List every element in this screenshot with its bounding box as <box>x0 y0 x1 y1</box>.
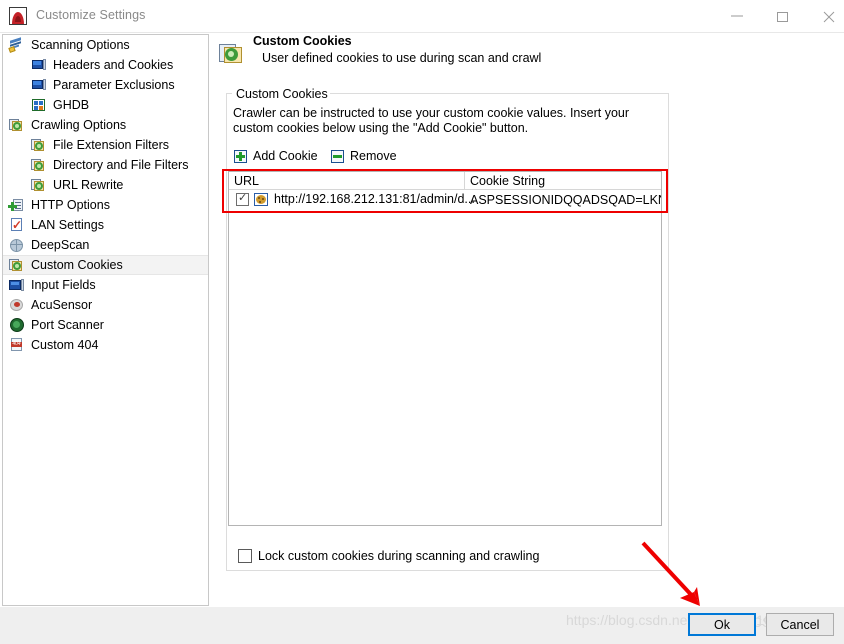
acunetix-logo-icon <box>9 7 27 25</box>
cell-cookie-string: ASPSESSIONIDQQADSQAD=LKNJE... <box>470 193 662 207</box>
add-cookie-label: Add Cookie <box>253 149 318 163</box>
maximize-button[interactable] <box>760 0 806 31</box>
page-subtitle: User defined cookies to use during scan … <box>262 51 541 65</box>
doc404-icon: 404 <box>9 337 25 353</box>
http-icon <box>9 197 25 213</box>
cookie-icon <box>254 193 268 206</box>
plus-icon <box>234 150 247 163</box>
monitor-icon <box>31 57 47 73</box>
table-header-row: URL Cookie String <box>229 172 661 190</box>
checkmark-icon: ✓ <box>238 192 247 204</box>
sidebar-item-headers-and-cookies[interactable]: Headers and Cookies <box>3 55 208 75</box>
sidebar-item-input-fields[interactable]: Input Fields <box>3 275 208 295</box>
sidebar-item-label: Custom 404 <box>31 338 98 352</box>
ok-button[interactable]: Ok <box>688 613 756 636</box>
title-bar: Customize Settings <box>0 0 844 33</box>
crawler-icon <box>31 137 47 153</box>
sidebar-item-scanning-options[interactable]: Scanning Options <box>3 35 208 55</box>
groupbox-legend: Custom Cookies <box>234 87 330 101</box>
checkbox-box[interactable] <box>238 549 252 563</box>
lock-cookies-label: Lock custom cookies during scanning and … <box>258 549 539 563</box>
sidebar-item-label: Headers and Cookies <box>53 58 173 72</box>
sidebar-item-label: Input Fields <box>31 278 96 292</box>
add-cookie-button[interactable]: Add Cookie <box>234 147 318 165</box>
remove-label: Remove <box>350 149 397 163</box>
crawler-icon <box>9 117 25 133</box>
sidebar-item-label: GHDB <box>53 98 89 112</box>
sidebar-item-label: Parameter Exclusions <box>53 78 175 92</box>
crawler-icon <box>9 257 25 273</box>
sidebar-item-label: Port Scanner <box>31 318 104 332</box>
sidebar-item-custom-404[interactable]: 404 Custom 404 <box>3 335 208 355</box>
table-row[interactable]: ✓ http://192.168.212.131:81/admin/d... A… <box>229 190 661 208</box>
sidebar-item-label: LAN Settings <box>31 218 104 232</box>
remove-button[interactable]: Remove <box>331 147 397 165</box>
groupbox-border-left <box>226 93 232 94</box>
sidebar-item-crawling-options[interactable]: Crawling Options <box>3 115 208 135</box>
sidebar-item-file-extension-filters[interactable]: File Extension Filters <box>3 135 208 155</box>
cell-url: http://192.168.212.131:81/admin/d... <box>274 192 475 206</box>
monitor-icon <box>31 77 47 93</box>
lock-cookies-checkbox[interactable]: Lock custom cookies during scanning and … <box>238 549 539 563</box>
sidebar-item-label: DeepScan <box>31 238 89 252</box>
sidebar-item-custom-cookies[interactable]: Custom Cookies <box>3 255 208 275</box>
minimize-button[interactable] <box>714 0 760 31</box>
input-icon <box>9 277 25 293</box>
sidebar-item-label: Scanning Options <box>31 38 130 52</box>
groupbox-description: Crawler can be instructed to use your cu… <box>233 106 657 136</box>
sidebar-item-label: Crawling Options <box>31 118 126 132</box>
settings-nav-tree[interactable]: Scanning Options Headers and Cookies Par… <box>2 34 209 606</box>
sidebar-item-deepscan[interactable]: DeepScan <box>3 235 208 255</box>
port-icon <box>9 317 25 333</box>
column-divider[interactable] <box>464 172 465 189</box>
crawler-icon <box>31 157 47 173</box>
sidebar-item-url-rewrite[interactable]: URL Rewrite <box>3 175 208 195</box>
sidebar-item-parameter-exclusions[interactable]: Parameter Exclusions <box>3 75 208 95</box>
sidebar-item-label: HTTP Options <box>31 198 110 212</box>
database-icon <box>31 97 47 113</box>
sidebar-item-port-scanner[interactable]: Port Scanner <box>3 315 208 335</box>
sidebar-item-lan-settings[interactable]: ✓ LAN Settings <box>3 215 208 235</box>
minus-icon <box>331 150 344 163</box>
brush-icon <box>9 37 25 53</box>
column-header-cookie-string[interactable]: Cookie String <box>470 174 545 188</box>
sidebar-item-http-options[interactable]: HTTP Options <box>3 195 208 215</box>
crawler-icon <box>31 177 47 193</box>
window-title: Customize Settings <box>36 8 145 22</box>
sidebar-item-label: URL Rewrite <box>53 178 123 192</box>
cancel-button[interactable]: Cancel <box>766 613 834 636</box>
close-button[interactable] <box>806 0 844 31</box>
cookies-table[interactable]: URL Cookie String ✓ http://192.168.212.1… <box>228 171 662 526</box>
groupbox-border-right <box>315 93 669 94</box>
custom-cookies-icon <box>219 42 245 66</box>
sidebar-item-label: AcuSensor <box>31 298 92 312</box>
page-title: Custom Cookies <box>253 34 352 48</box>
sidebar-item-label: File Extension Filters <box>53 138 169 152</box>
sidebar-item-directory-and-file-filters[interactable]: Directory and File Filters <box>3 155 208 175</box>
sidebar-item-label: Custom Cookies <box>31 258 123 272</box>
globe-icon <box>9 237 25 253</box>
checkdoc-icon: ✓ <box>9 217 25 233</box>
sidebar-item-label: Directory and File Filters <box>53 158 188 172</box>
sensor-icon <box>9 297 25 313</box>
sidebar-item-ghdb[interactable]: GHDB <box>3 95 208 115</box>
row-checkbox[interactable]: ✓ <box>236 193 249 206</box>
column-header-url[interactable]: URL <box>234 174 259 188</box>
sidebar-item-acusensor[interactable]: AcuSensor <box>3 295 208 315</box>
